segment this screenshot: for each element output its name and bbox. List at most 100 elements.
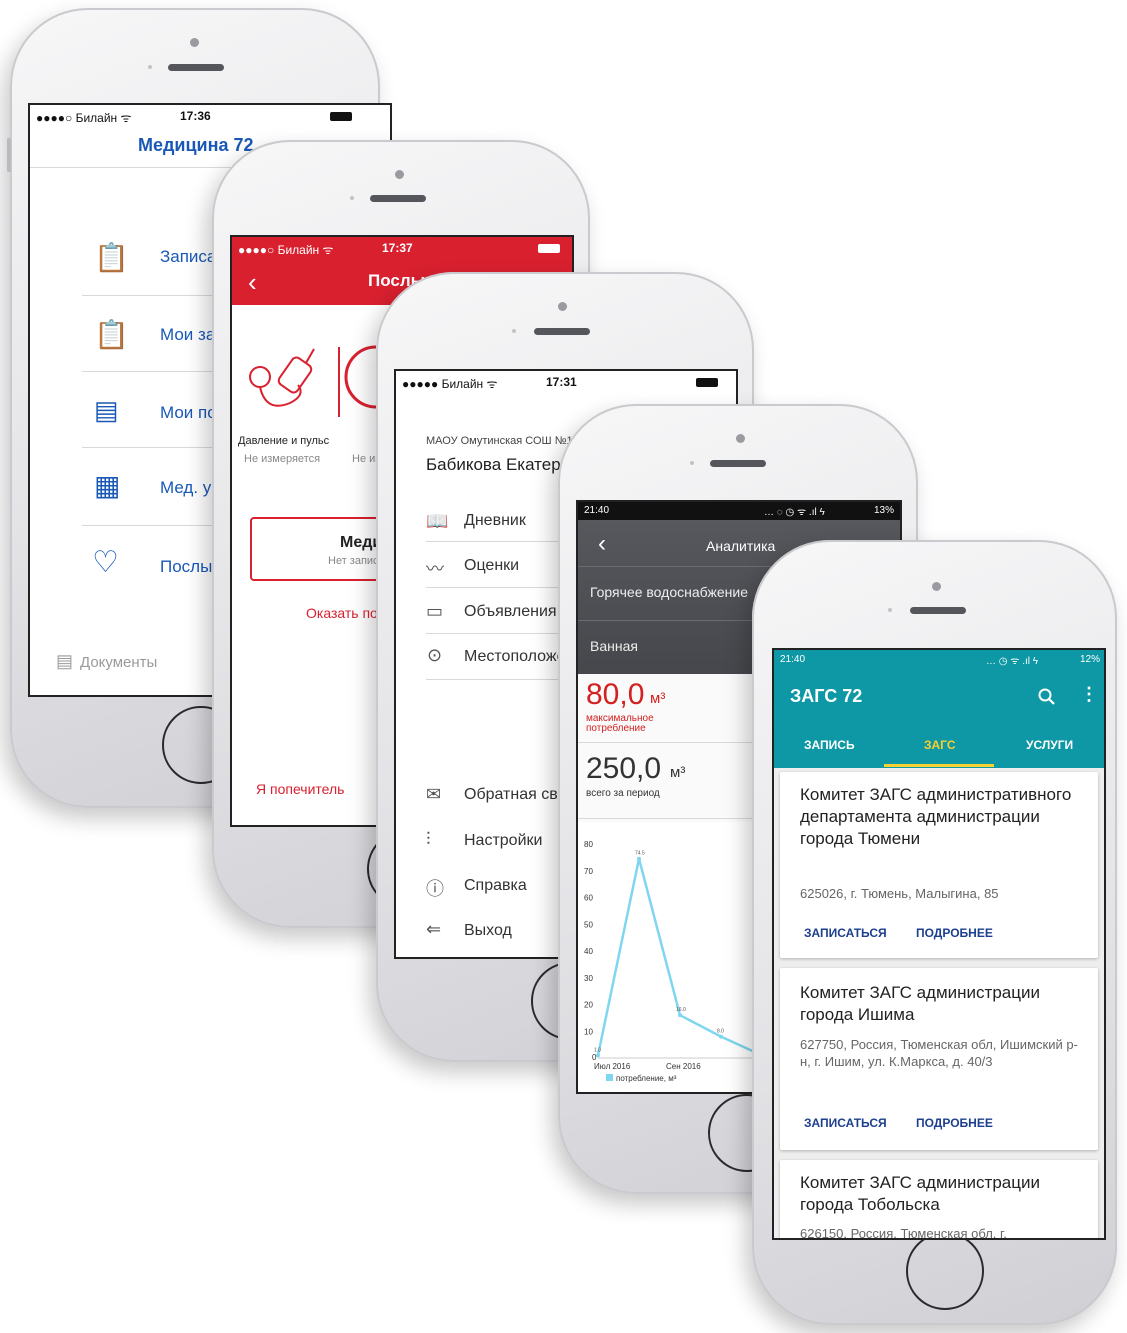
search-icon[interactable] [1038, 688, 1056, 706]
room-selector[interactable]: Ванная [590, 638, 638, 654]
details-button[interactable]: ПОДРОБНЕЕ [916, 926, 993, 940]
details-button[interactable]: ПОДРОБНЕЕ [916, 1116, 993, 1130]
total-unit: м³ [670, 764, 686, 781]
more-vert-icon[interactable]: ⋮ [1080, 684, 1098, 705]
back-chevron-icon[interactable]: ‹ [248, 267, 257, 298]
metric-label: Давление и пульс [238, 435, 330, 447]
battery-icon [696, 378, 718, 387]
earpiece-speaker [370, 195, 426, 202]
hospital-icon: ▦ [94, 470, 121, 501]
tab-uslugi[interactable]: УСЛУГИ [1026, 738, 1073, 752]
front-camera [190, 38, 199, 47]
school-name: МАОУ Омутинская СОШ №1 [426, 435, 573, 447]
sliders-icon: ⫶ [426, 829, 431, 849]
menu-announcements[interactable]: Объявления [464, 603, 557, 621]
screen-zags: 21:40 … ◷ ᯤ .ıl ϟ 12% ЗАГС 72 ⋮ ЗАПИСЬ З… [772, 648, 1106, 1240]
metric-status: Не измеряется [244, 453, 321, 465]
tab-documents[interactable]: Документы [80, 654, 157, 671]
exit-icon: ⇐ [426, 919, 442, 939]
card-address: 627750, Россия, Тюменская обл, Ишимский … [800, 1037, 1078, 1069]
status-time: 17:36 [180, 109, 211, 123]
y-tick-label: 30 [584, 974, 593, 983]
y-tick-label: 10 [584, 1027, 593, 1036]
battery-icon [330, 112, 352, 121]
total-label: всего за период [586, 788, 660, 799]
earpiece-speaker [710, 460, 766, 467]
menu-exit[interactable]: Выход [464, 922, 512, 940]
menu-settings[interactable]: Настройки [464, 832, 542, 850]
status-carrier: ●●●●○ Билайн ᯤ [36, 111, 132, 125]
legend-label: потребление, м³ [616, 1074, 677, 1083]
location-icon: ⊙ [427, 645, 443, 665]
card-title: Комитет ЗАГС административного департаме… [800, 785, 1072, 848]
series-line [596, 858, 763, 1057]
category-selector[interactable]: Горячее водоснабжение [590, 584, 748, 600]
front-camera [395, 170, 404, 179]
card-address: 625026, г. Тюмень, Малыгина, 85 [800, 886, 999, 901]
status-carrier: ●●●●● Билайн ᯤ [402, 377, 498, 391]
tab-zapis[interactable]: ЗАПИСЬ [804, 738, 855, 752]
page-title: Аналитика [706, 538, 776, 554]
message-icon: ▭ [426, 601, 444, 621]
max-value: 80,0 [586, 678, 645, 711]
clipboard-plus-icon: 📋 [94, 242, 129, 273]
battery-percent: 12% [1080, 654, 1101, 665]
tab-zags[interactable]: ЗАГС [924, 738, 956, 752]
card-address: 626150, Россия, Тюменская обл, г. [800, 1226, 1007, 1240]
data-point [596, 1053, 600, 1058]
card-icon: ▤ [94, 395, 119, 425]
y-tick-label: 40 [584, 947, 593, 956]
card-title: Комитет ЗАГС администрации города Тоболь… [800, 1173, 1040, 1214]
front-camera [932, 582, 941, 591]
y-tick-label: 80 [584, 840, 593, 849]
help-icon: ⓘ [426, 879, 444, 899]
guardian-link[interactable]: Я попечитель [256, 781, 344, 797]
y-tick-label: 0 [592, 1053, 597, 1062]
back-arrow-icon[interactable]: ‹ [598, 530, 606, 558]
book-button[interactable]: ЗАПИСАТЬСЯ [804, 926, 887, 940]
data-label: 74.5 [635, 851, 645, 857]
max-unit: м³ [650, 690, 666, 707]
chart-area: 10203040506070801.074.516.08.01.00Июл 20… [578, 822, 793, 1092]
status-time: 17:37 [382, 241, 413, 255]
legend-swatch [606, 1074, 613, 1081]
menu-diary[interactable]: Дневник [464, 512, 526, 530]
battery-icon [538, 244, 560, 253]
blood-pressure-icon [249, 348, 315, 407]
menu-grades[interactable]: Оценки [464, 557, 519, 575]
app-title: ЗАГС 72 [790, 686, 863, 706]
total-value: 250,0 [586, 752, 662, 785]
max-label: максимальное потребление [586, 713, 654, 734]
status-time: 17:31 [546, 375, 577, 389]
data-point [637, 856, 641, 861]
y-tick-label: 70 [584, 867, 593, 876]
y-tick-label: 50 [584, 920, 593, 929]
card-title: Комитет ЗАГС администрации города Ишима [800, 983, 1040, 1024]
clipboard-icon: 📋 [94, 319, 129, 350]
book-button[interactable]: ЗАПИСАТЬСЯ [804, 1116, 887, 1130]
battery-percent: 13% [874, 505, 895, 516]
earpiece-speaker [534, 328, 590, 335]
data-point [678, 1013, 682, 1018]
phone-zags: 21:40 … ◷ ᯤ .ıl ϟ 12% ЗАГС 72 ⋮ ЗАПИСЬ З… [752, 540, 1117, 1325]
data-label: 16.0 [676, 1007, 686, 1013]
x-tick-label: Сен 2016 [666, 1062, 701, 1071]
active-tab-indicator [884, 764, 994, 767]
data-point [719, 1034, 723, 1039]
trend-icon: 〰 [426, 559, 444, 579]
page-title: Медицина 72 [138, 135, 254, 155]
front-camera [736, 434, 745, 443]
status-icons: … ◌ ◷ ᯤ .ıl ϟ [764, 507, 825, 518]
home-button[interactable] [906, 1232, 984, 1310]
front-camera [558, 302, 567, 311]
consumption-chart: 10203040506070801.074.516.08.01.00Июл 20… [584, 840, 793, 1083]
document-icon: ▤ [56, 651, 74, 671]
data-label: 8.0 [717, 1029, 724, 1035]
earpiece-speaker [910, 607, 966, 614]
menu-help[interactable]: Справка [464, 877, 527, 895]
divider [338, 347, 340, 417]
x-tick-label: Июл 2016 [594, 1062, 631, 1071]
heart-icon: ♡ [92, 546, 119, 579]
status-time: 21:40 [780, 654, 806, 665]
status-bar [578, 502, 900, 520]
